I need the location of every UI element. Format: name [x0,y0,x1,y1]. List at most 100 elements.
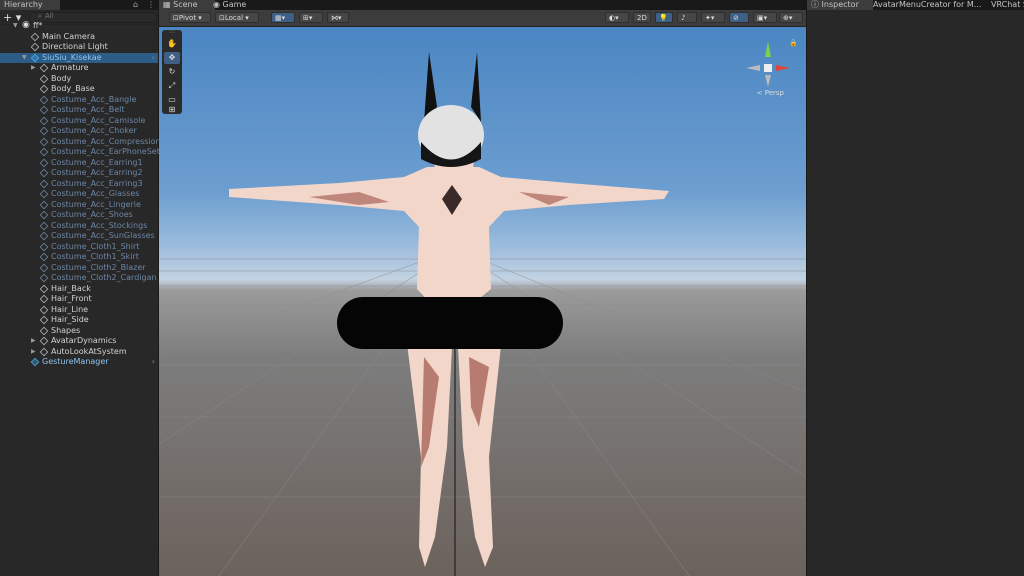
hierarchy-row[interactable]: ▼ SiuSiu_Kisekae › [0,52,158,64]
hierarchy-row[interactable]: ▶ Armature [0,63,158,74]
hierarchy-row[interactable]: Shapes [0,326,158,337]
camera-icon: ▣▾ [757,14,768,22]
hierarchy-row-label: Costume_Acc_Earring2 [51,168,143,177]
gameobject-icon [39,210,49,220]
scene-tools-overlay: :::: ✋ ✥ ↻ ⤢ ▭ ⊞ [162,29,182,116]
move-tool-button[interactable]: ✥ [164,52,180,64]
hierarchy-row[interactable]: Costume_Acc_Choker [0,126,158,137]
2d-toggle[interactable]: 2D [633,12,651,23]
inspector-tab-label: Inspector [821,0,859,9]
hierarchy-row[interactable]: ▶ AutoLookAtSystem [0,347,158,358]
hierarchy-row[interactable]: ▼ ◉ ff* [0,21,158,32]
scale-tool-button[interactable]: ⤢ [164,80,180,92]
hierarchy-row-label: Costume_Acc_Belt [51,105,125,114]
gizmos-dropdown[interactable]: ⊕▾ [779,12,803,23]
effects-dropdown[interactable]: ✦▾ [701,12,725,23]
tab-hierarchy[interactable]: Hierarchy [0,0,60,10]
lock-icon[interactable]: ⌂ [133,0,138,9]
kebab-menu-icon[interactable]: ⋮ [147,0,155,9]
hierarchy-row[interactable]: ▶ AvatarDynamics [0,336,158,347]
rotate-tool-button[interactable]: ↻ [164,66,180,78]
audio-toggle[interactable]: ♪ [677,12,697,23]
hierarchy-row[interactable]: Hair_Back [0,284,158,295]
hierarchy-row[interactable]: Directional Light [0,42,158,53]
inspector-panel: ⓘ Inspector AvatarMenuCreator for M... V… [807,0,1024,576]
hierarchy-row-label: Costume_Acc_Earring1 [51,157,143,167]
tab-avatar-menu-creator[interactable]: AvatarMenuCreator for M... [869,0,989,10]
shading-mode-dropdown[interactable]: ◐▾ [605,12,629,23]
hierarchy-row-label: Hair_Back [51,283,91,293]
hierarchy-row-label: Costume_Acc_Earring3 [51,178,143,188]
hierarchy-tabbar: Hierarchy ⌂ ⋮ [0,0,158,10]
hierarchy-row[interactable]: Costume_Acc_Shoes [0,210,158,221]
hierarchy-row-label: Costume_Acc_Lingerie [51,199,141,209]
hierarchy-row[interactable]: Hair_Front [0,294,158,305]
gameobject-icon [39,305,49,314]
prefab-icon [30,357,40,367]
hierarchy-tree: ▼ ◉ ff* Main Camera Directional Light ▼ SiuSiu… [0,21,161,368]
avatar-menu-tab-label: AvatarMenuCreator for M... [873,0,982,9]
gameobject-icon [39,189,49,199]
inspector-tabbar: ⓘ Inspector AvatarMenuCreator for M... V… [807,0,1024,10]
snap-increment-button[interactable]: ⊞▾ [299,12,323,23]
foldout-arrow-icon[interactable]: ▶ [31,336,36,347]
foldout-arrow-icon[interactable]: ▶ [31,63,36,74]
hierarchy-row[interactable]: Costume_Acc_Earring3 [0,179,158,190]
camera-settings-dropdown[interactable]: ▣▾ [753,12,777,23]
hierarchy-row[interactable]: Costume_Acc_Glasses [0,189,158,200]
hierarchy-row[interactable]: Costume_Acc_Bangle [0,95,158,106]
hierarchy-row[interactable]: Costume_Acc_EarPhoneSet [0,147,160,158]
lighting-toggle[interactable]: 💡 [655,12,673,23]
hidden-objects-toggle[interactable]: ⊘ [729,12,749,23]
persp-label[interactable]: < Persp [757,89,784,97]
foldout-arrow-icon[interactable]: ▶ [31,347,36,358]
hierarchy-row[interactable]: Costume_Acc_Compression [0,136,161,148]
local-dropdown[interactable]: ⊡Local ▾ [215,12,259,23]
hierarchy-row-label: Costume_Acc_Compression [51,136,161,146]
hierarchy-row-label: Main Camera [42,31,96,41]
hand-tool-button[interactable]: ✋ [164,38,180,50]
gameobject-icon [30,42,40,52]
gameobject-icon [39,242,49,251]
foldout-arrow-icon[interactable]: ▼ [13,21,18,32]
hierarchy-row[interactable]: GestureManager › [0,357,158,368]
tab-inspector[interactable]: ⓘ Inspector [807,0,873,10]
hierarchy-row[interactable]: Body [0,74,158,85]
hierarchy-row[interactable]: Hair_Line [0,305,158,316]
foldout-arrow-icon[interactable]: ▼ [22,53,27,64]
hierarchy-row[interactable]: Costume_Acc_Earring2 [0,168,158,179]
y-axis-cone [765,41,771,57]
gameobject-icon [39,147,49,157]
scene-tabbar: ▦ Scene ◉ Game [159,0,806,10]
prefab-open-arrow-icon[interactable]: › [152,357,155,368]
align-button[interactable]: ⋈▾ [327,12,349,23]
hierarchy-row[interactable]: Main Camera [0,32,158,43]
hierarchy-row[interactable]: Costume_Acc_SunGlasses [0,231,158,242]
prefab-open-arrow-icon[interactable]: › [152,53,155,64]
hierarchy-row[interactable]: Costume_Cloth1_Shirt [0,242,158,253]
hierarchy-row[interactable]: Costume_Cloth2_Cardigan [0,273,158,284]
hierarchy-row[interactable]: Costume_Acc_Belt [0,105,158,116]
scene-viewport[interactable]: :::: ✋ ✥ ↻ ⤢ ▭ ⊞ 🔒 < Persp [159,27,806,576]
tab-vrchat[interactable]: VRChat S [987,0,1024,10]
gameobject-icon [39,74,49,83]
hierarchy-row[interactable]: Costume_Cloth2_Blazer [0,263,158,274]
hierarchy-row[interactable]: Costume_Acc_Lingerie [0,200,158,211]
effects-icon: ✦▾ [705,14,715,22]
pivot-dropdown[interactable]: ⊡Pivot ▾ [169,12,211,23]
hierarchy-row-label: Costume_Acc_Glasses [51,189,140,198]
gameobject-icon [39,179,49,188]
transform-tool-button[interactable]: ⊞ [164,104,180,116]
hierarchy-row[interactable]: Costume_Acc_Earring1 [0,158,158,169]
avatar-model [229,52,669,567]
hierarchy-row[interactable]: Costume_Acc_Stockings [0,221,158,232]
hand-icon: ✋ [167,39,177,48]
hierarchy-row[interactable]: Body_Base [0,84,158,95]
grid-snap-button[interactable]: ▦▾ [271,12,295,23]
gameobject-icon [39,252,49,262]
hierarchy-row[interactable]: Hair_Side [0,315,158,326]
hierarchy-row[interactable]: Costume_Cloth1_Skirt [0,252,158,263]
hierarchy-row[interactable]: Costume_Acc_Camisole [0,116,158,127]
tab-game[interactable]: ◉ Game [209,0,250,10]
tab-scene[interactable]: ▦ Scene [159,0,215,10]
